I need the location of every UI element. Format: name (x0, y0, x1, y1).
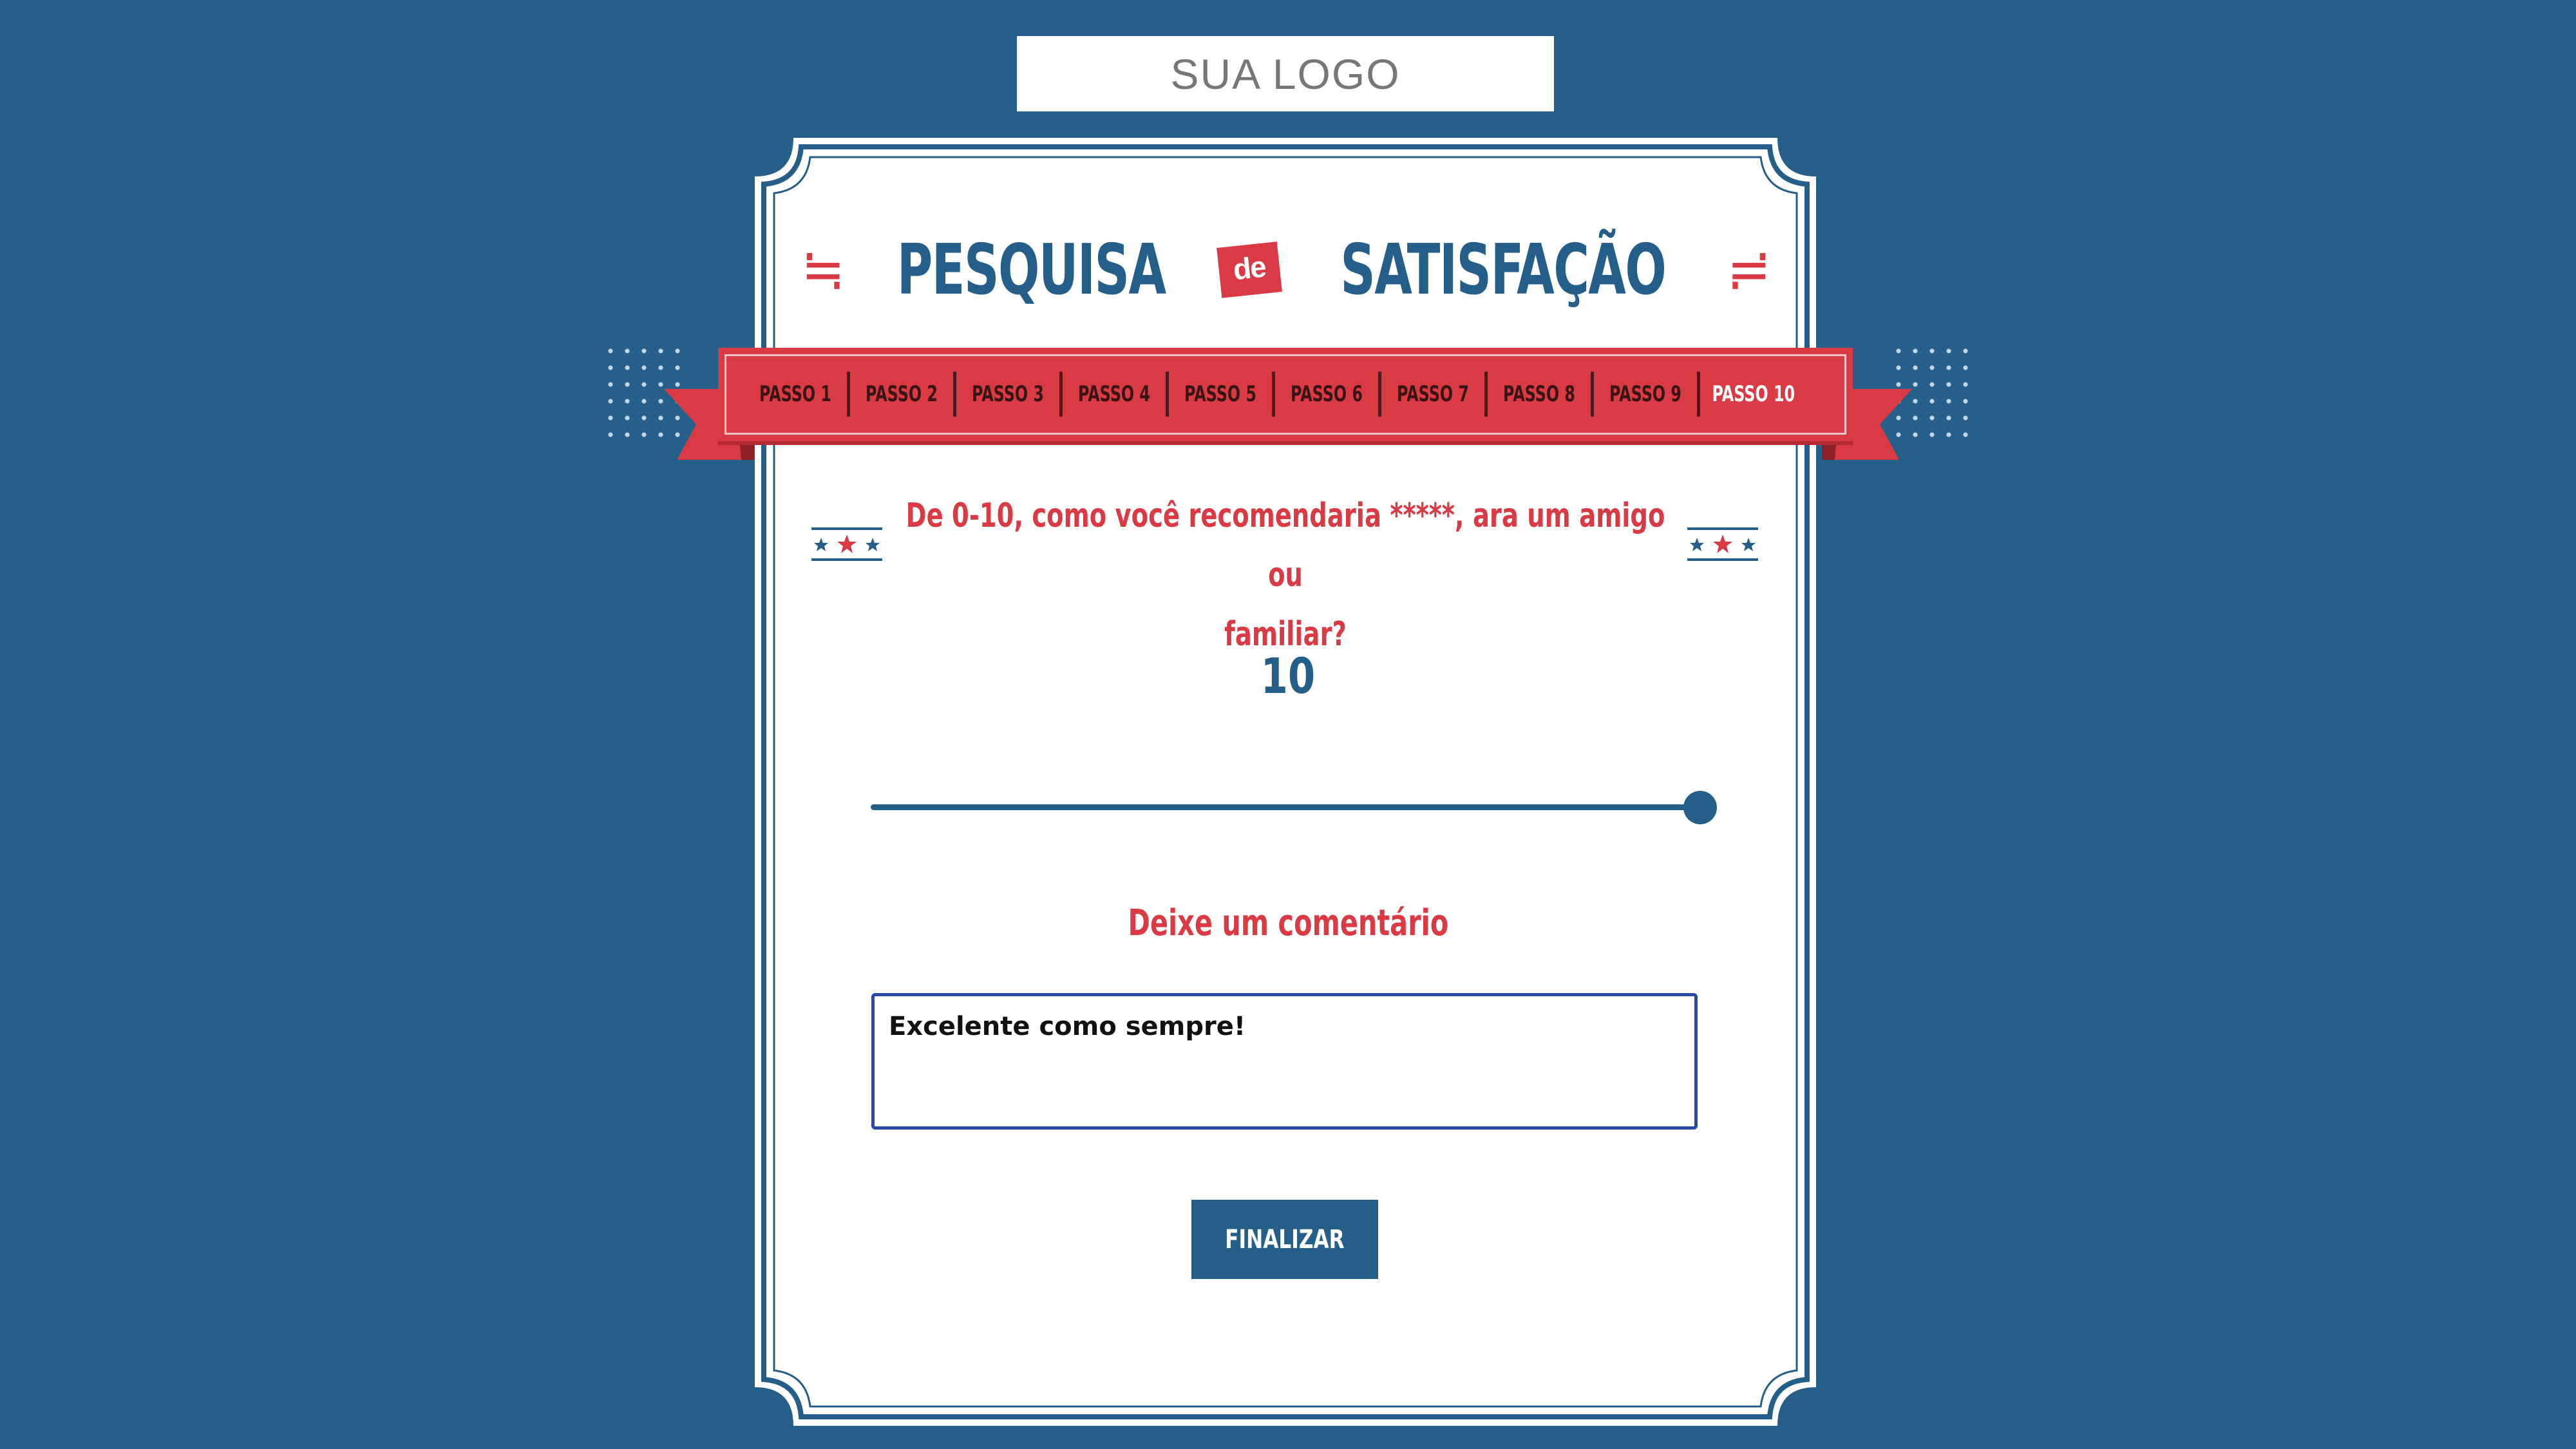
score-value: 10 (1260, 647, 1316, 705)
slider-thumb[interactable] (1683, 791, 1717, 824)
tab-passo-3[interactable]: PASSO 3 (956, 372, 1063, 417)
comment-label: Deixe um comentário (1128, 902, 1448, 944)
question-line-1: De 0-10, como você recomendaria *****, a… (905, 497, 1665, 594)
title-connector-badge: de (1216, 242, 1282, 298)
steps-ribbon: PASSO 1 PASSO 2 PASSO 3 PASSO 4 PASSO 5 … (596, 343, 1980, 471)
finish-button[interactable]: FINALIZAR (1191, 1200, 1378, 1279)
title-left: PESQUISA (897, 229, 1166, 310)
tab-passo-1[interactable]: PASSO 1 (744, 372, 850, 417)
survey-question: De 0-10, como você recomendaria *****, a… (902, 486, 1669, 664)
tab-passo-6[interactable]: PASSO 6 (1275, 372, 1381, 417)
comment-heading: Deixe um comentário (1082, 894, 1494, 952)
tab-passo-10[interactable]: PASSO 10 (1700, 372, 1806, 417)
tab-passo-7[interactable]: PASSO 7 (1381, 372, 1488, 417)
survey-title: ≒ PESQUISA de SATISFAÇÃO ≓ (755, 215, 1816, 325)
tab-passo-8[interactable]: PASSO 8 (1488, 372, 1594, 417)
stars-right-icon (1687, 527, 1758, 561)
title-right: SATISFAÇÃO (1340, 229, 1667, 310)
stars-left-icon (811, 527, 882, 561)
flourish-left-icon: ≒ (801, 236, 845, 303)
logo-placeholder: SUA LOGO (1017, 36, 1554, 111)
steps-tabs: PASSO 1 PASSO 2 PASSO 3 PASSO 4 PASSO 5 … (744, 368, 1826, 420)
tab-passo-9[interactable]: PASSO 9 (1594, 372, 1700, 417)
slider-track (871, 804, 1700, 810)
tab-passo-5[interactable]: PASSO 5 (1169, 372, 1275, 417)
logo-text: SUA LOGO (1170, 50, 1401, 98)
flourish-right-icon: ≓ (1727, 236, 1771, 303)
tab-passo-2[interactable]: PASSO 2 (850, 372, 956, 417)
rating-slider[interactable] (871, 789, 1717, 828)
comment-textarea[interactable] (871, 993, 1698, 1130)
tab-passo-4[interactable]: PASSO 4 (1063, 372, 1169, 417)
